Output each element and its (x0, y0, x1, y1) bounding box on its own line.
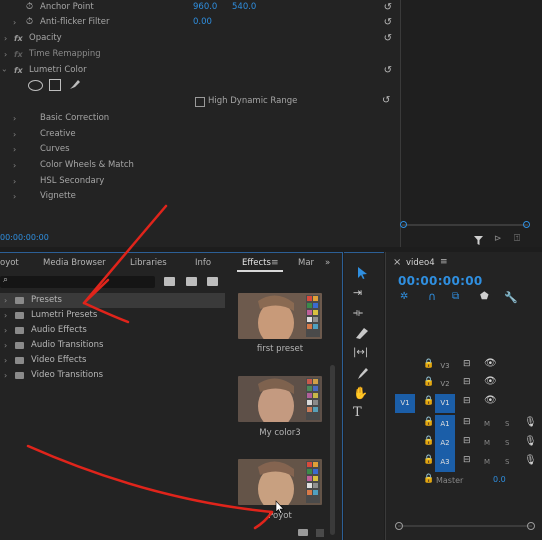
annotation-overlay (26, 204, 274, 530)
